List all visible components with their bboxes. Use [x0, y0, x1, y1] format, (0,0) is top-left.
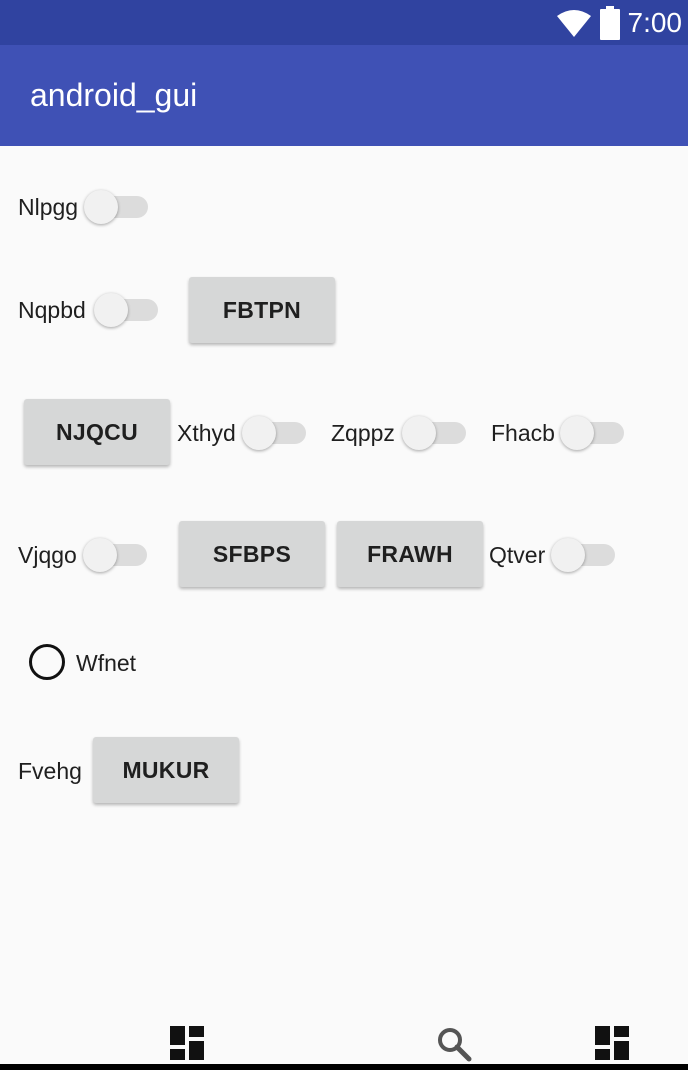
battery-icon: [599, 5, 620, 40]
switch-nlpgg[interactable]: [82, 185, 152, 229]
switch-xthyd[interactable]: [240, 411, 310, 455]
button-sfbps[interactable]: SFBPS: [179, 521, 325, 587]
button-fbtpn[interactable]: FBTPN: [189, 277, 335, 343]
switch-thumb[interactable]: [242, 416, 276, 450]
app-bar: android_gui: [0, 45, 688, 146]
dashboard-icon[interactable]: [170, 1026, 204, 1060]
button-njqcu[interactable]: NJQCU: [24, 399, 170, 465]
label-nlpgg: Nlpgg: [18, 194, 79, 220]
label-xthyd: Xthyd: [177, 420, 236, 446]
switch-thumb[interactable]: [402, 416, 436, 450]
switch-thumb[interactable]: [551, 538, 585, 572]
wifi-icon: [556, 9, 591, 37]
label-zqppz: Zqppz: [331, 420, 395, 446]
switch-thumb[interactable]: [84, 190, 118, 224]
label-vjqgo: Vjqgo: [18, 542, 77, 568]
label-fvehg: Fvehg: [18, 758, 82, 784]
switch-qtver[interactable]: [549, 533, 619, 577]
label-fhacb: Fhacb: [491, 420, 555, 446]
label-wfnet[interactable]: Wfnet: [76, 648, 136, 678]
status-time: 7:00: [627, 6, 683, 38]
switch-thumb[interactable]: [94, 293, 128, 327]
dashboard-icon[interactable]: [595, 1026, 629, 1060]
search-icon[interactable]: [436, 1026, 472, 1062]
switch-thumb[interactable]: [560, 416, 594, 450]
screen: 7:00 android_gui Nlpgg Nqpbd FBTPN NJQCU…: [0, 0, 688, 1070]
status-icons: 7:00: [556, 0, 683, 45]
app-title: android_gui: [30, 77, 198, 113]
switch-zqppz[interactable]: [400, 411, 470, 455]
status-bar: 7:00: [0, 0, 688, 45]
switch-nqpbd[interactable]: [92, 288, 162, 332]
switch-thumb[interactable]: [83, 538, 117, 572]
radio-wfnet[interactable]: [29, 644, 65, 680]
switch-fhacb[interactable]: [558, 411, 628, 455]
nav-bottom-edge: [0, 1064, 688, 1070]
label-nqpbd: Nqpbd: [18, 297, 86, 323]
nav-bar: [0, 1010, 688, 1070]
button-mukur[interactable]: MUKUR: [93, 737, 239, 803]
label-qtver: Qtver: [489, 542, 546, 568]
button-frawh[interactable]: FRAWH: [337, 521, 483, 587]
switch-vjqgo[interactable]: [81, 533, 151, 577]
